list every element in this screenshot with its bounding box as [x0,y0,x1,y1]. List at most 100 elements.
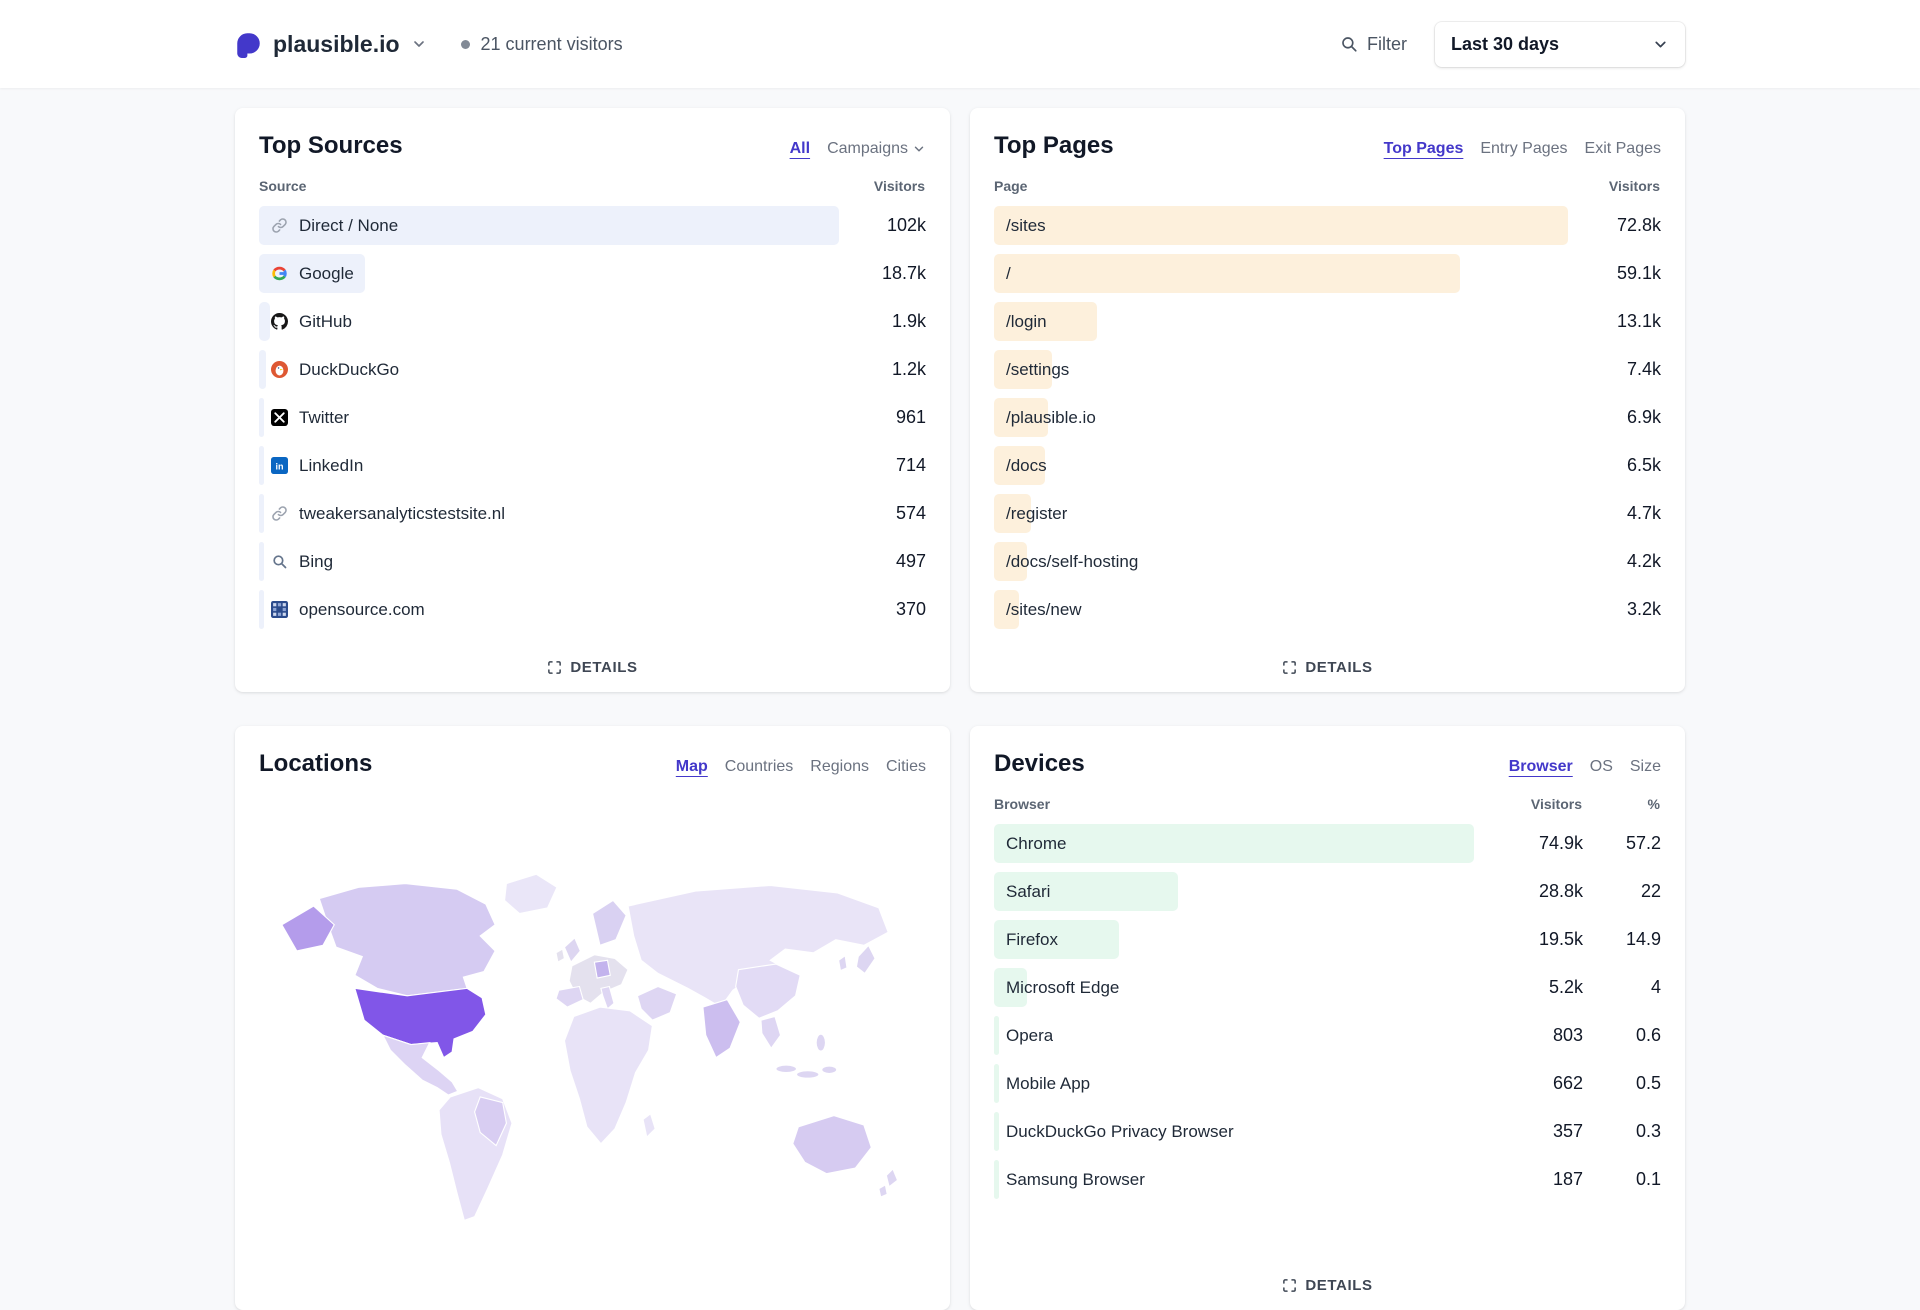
map-region-africa[interactable] [563,1006,656,1145]
column-visitors: Visitors [873,178,925,194]
devices-details-button[interactable]: DETAILS [994,1265,1661,1294]
row-label: /sites [1006,215,1046,235]
tab-all[interactable]: All [790,140,810,158]
row-label: Direct / None [299,215,399,235]
page-row[interactable]: / 59.1k [994,254,1661,293]
chevron-down-icon [1652,36,1669,53]
top-pages-details-button[interactable]: DETAILS [994,647,1661,676]
source-row[interactable]: Bing 497 [259,542,926,581]
filter-button[interactable]: Filter [1340,34,1407,55]
page-row[interactable]: /register 4.7k [994,494,1661,533]
row-label: /docs/self-hosting [1006,551,1139,571]
source-row[interactable]: in LinkedIn 714 [259,446,926,485]
map-region-asia[interactable] [627,884,889,1079]
row-label: DuckDuckGo Privacy Browser [1006,1121,1234,1141]
browser-row[interactable]: DuckDuckGo Privacy Browser 357 0.3 [994,1112,1661,1151]
browser-row[interactable]: Mobile App 662 0.5 [994,1064,1661,1103]
page-row[interactable]: /settings 7.4k [994,350,1661,389]
tab-cities[interactable]: Cities [886,758,926,776]
source-row[interactable]: Twitter 961 [259,398,926,437]
browser-row[interactable]: Safari 28.8k 22 [994,872,1661,911]
map-region-oceania[interactable] [792,1115,899,1198]
row-label: Safari [1006,881,1051,901]
map-region-south-america[interactable] [438,1086,513,1222]
row-label: Bing [299,551,334,571]
top-pages-card: Top Pages Top Pages Entry Pages Exit Pages… [970,108,1685,692]
page-row[interactable]: /sites/new 3.2k [994,590,1661,629]
row-visitors: 28.8k [1538,881,1583,901]
page-row[interactable]: /login 13.1k [994,302,1661,341]
opensource-icon [271,601,288,618]
row-percent: 0.1 [1635,1169,1661,1189]
column-visitors: Visitors [1608,178,1660,194]
source-row[interactable]: opensource.com 370 [259,590,926,629]
site-switcher[interactable]: plausible.io [235,31,427,58]
details-label: DETAILS [570,659,638,676]
top-sources-columns: Source Visitors [259,178,926,194]
top-pages-tabs: Top Pages Entry Pages Exit Pages [1384,140,1661,158]
source-row[interactable]: GitHub 1.9k [259,302,926,341]
row-visitors: 6.9k [1626,407,1661,427]
row-visitors: 497 [895,551,926,571]
browser-row[interactable]: Chrome 74.9k 57.2 [994,824,1661,863]
tab-os[interactable]: OS [1590,758,1613,776]
row-visitors: 803 [1552,1025,1583,1045]
devices-columns: Browser Visitors % [994,796,1661,812]
current-visitors[interactable]: 21 current visitors [460,33,623,55]
row-percent: 0.5 [1635,1073,1661,1093]
site-name: plausible.io [273,30,400,57]
browser-row[interactable]: Firefox 19.5k 14.9 [994,920,1661,959]
google-icon [271,265,288,282]
row-label: /settings [1006,359,1070,379]
top-sources-details-button[interactable]: DETAILS [259,647,926,676]
tab-browser[interactable]: Browser [1509,758,1573,776]
source-row[interactable]: tweakersanalyticstestsite.nl 574 [259,494,926,533]
world-map[interactable] [259,796,926,1294]
tab-countries[interactable]: Countries [725,758,793,776]
chevron-down-icon [411,36,427,52]
row-label: Mobile App [1006,1073,1091,1093]
date-range-picker[interactable]: Last 30 days [1435,21,1685,67]
column-browser: Browser [994,796,1051,812]
browser-row[interactable]: Samsung Browser 187 0.1 [994,1160,1661,1199]
source-row[interactable]: DuckDuckGo 1.2k [259,350,926,389]
row-visitors: 1.2k [891,359,926,379]
browser-row[interactable]: Microsoft Edge 5.2k 4 [994,968,1661,1007]
tab-entry-pages[interactable]: Entry Pages [1480,140,1567,158]
top-nav: plausible.io 21 current visitors Filter … [0,0,1920,88]
browser-row[interactable]: Opera 803 0.6 [994,1016,1661,1055]
tab-size[interactable]: Size [1630,758,1661,776]
tab-top-pages[interactable]: Top Pages [1384,140,1464,158]
row-percent: 57.2 [1625,833,1661,853]
row-percent: 4 [1650,977,1661,997]
row-label: Chrome [1006,833,1067,853]
row-label: / [1006,263,1011,283]
page-row[interactable]: /docs 6.5k [994,446,1661,485]
date-range-value: Last 30 days [1451,33,1560,54]
page-row[interactable]: /sites 72.8k [994,206,1661,245]
tab-regions[interactable]: Regions [810,758,869,776]
row-label: tweakersanalyticstestsite.nl [299,503,505,523]
row-label: LinkedIn [299,455,364,475]
map-region-north-america[interactable] [281,873,558,1096]
row-visitors: 187 [1552,1169,1583,1189]
source-row[interactable]: Google 18.7k [259,254,926,293]
current-visitors-label: 21 current visitors [480,33,623,54]
devices-list: Chrome 74.9k 57.2 Safari 28.8k 22 Firefox 19.5k… [994,824,1661,1199]
source-row[interactable]: Direct / None 102k [259,206,926,245]
tab-map[interactable]: Map [676,758,708,776]
tab-campaigns[interactable]: Campaigns [827,140,926,158]
row-visitors: 74.9k [1538,833,1583,853]
page-row[interactable]: /docs/self-hosting 4.2k [994,542,1661,581]
row-label: Firefox [1006,929,1058,949]
row-visitors: 574 [895,503,926,523]
page-row[interactable]: /plausible.io 6.9k [994,398,1661,437]
top-pages-title: Top Pages [994,132,1114,159]
row-visitors: 662 [1552,1073,1583,1093]
plausible-logo [235,31,262,58]
column-source: Source [259,178,307,194]
tab-exit-pages[interactable]: Exit Pages [1585,140,1661,158]
row-visitors: 13.1k [1616,311,1661,331]
map-region-europe[interactable] [555,899,629,1010]
link-icon [271,505,288,522]
